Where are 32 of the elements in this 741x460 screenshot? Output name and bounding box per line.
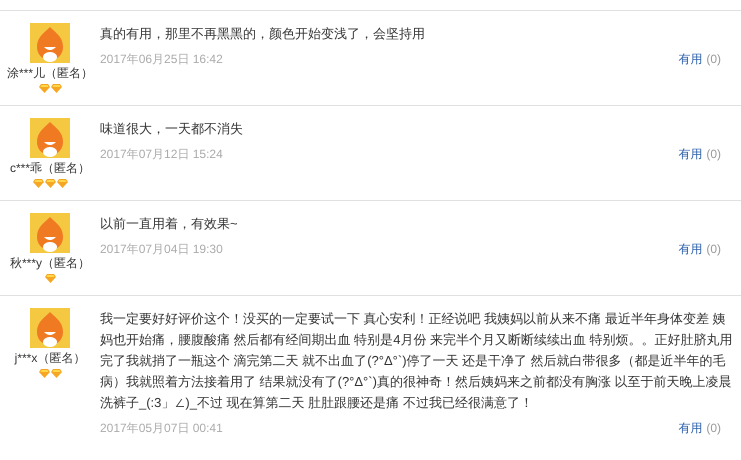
useful-count: (0) — [706, 420, 721, 437]
avatar-icon — [30, 118, 70, 158]
useful-count: (0) — [706, 51, 721, 68]
diamond-icon — [56, 179, 68, 188]
diamond-icon — [38, 84, 50, 93]
avatar-icon — [30, 213, 70, 253]
avatar-icon — [30, 308, 70, 348]
user-name: 秋***y（匿名） — [10, 255, 90, 271]
diamond-icon — [32, 179, 44, 188]
useful-count: (0) — [706, 146, 721, 163]
review-date: 2017年05月07日 00:41 — [100, 420, 224, 437]
review-text: 我一定要好好评价这个！没买的一定要试一下 真心安利！正经说吧 我姨妈以前从来不痛 最近半年身体变差 姨妈也开始痛，腰腹酸痛 然后都有经间期出血 特别是4月份 来完半个月又断断续续出血 特别烦。。正好肚脐丸用完了我就捎了一瓶这个 滴完第二天 就不出血了(?°Δ°`)停了一天 还是干净了 然后就白带很多（都是近半年的毛病）我就照着方法接着用了 结果就没有了(?°Δ°`)真的很神奇！然后姨妈来之前都没有胸涨 以至于前天晚上凌晨洗裤子_(:3」∠)_不过 现在算第二天 肚肚跟腰还是痛 不过我已经很满意了！ — [100, 310, 733, 412]
diamond-icon — [50, 84, 62, 93]
diamond-icon — [44, 179, 56, 188]
review-date: 2017年07月12日 15:24 — [100, 146, 224, 163]
useful-link[interactable]: 有用 — [678, 240, 702, 258]
user-name: 涂***儿（匿名） — [6, 65, 93, 81]
diamond-icon — [38, 369, 50, 378]
user-name: j***x（匿名） — [14, 350, 86, 366]
diamond-icon — [44, 274, 56, 283]
useful-link[interactable]: 有用 — [678, 145, 702, 163]
useful-count: (0) — [706, 241, 721, 258]
review-text: 味道很大，一天都不消失 — [100, 120, 244, 138]
useful-link[interactable]: 有用 — [678, 50, 702, 68]
avatar-icon — [30, 23, 70, 63]
review-date: 2017年07月04日 19:30 — [100, 241, 224, 258]
user-name: c***乖（匿名） — [10, 160, 90, 176]
review-date: 2017年06月25日 16:42 — [100, 51, 224, 68]
diamond-icon — [50, 369, 62, 378]
review-text: 以前一直用着，有效果~ — [100, 215, 239, 233]
useful-link[interactable]: 有用 — [678, 419, 702, 437]
review-text: 真的有用，那里不再黑黑的，颜色开始变浅了，会坚持用 — [100, 25, 426, 43]
